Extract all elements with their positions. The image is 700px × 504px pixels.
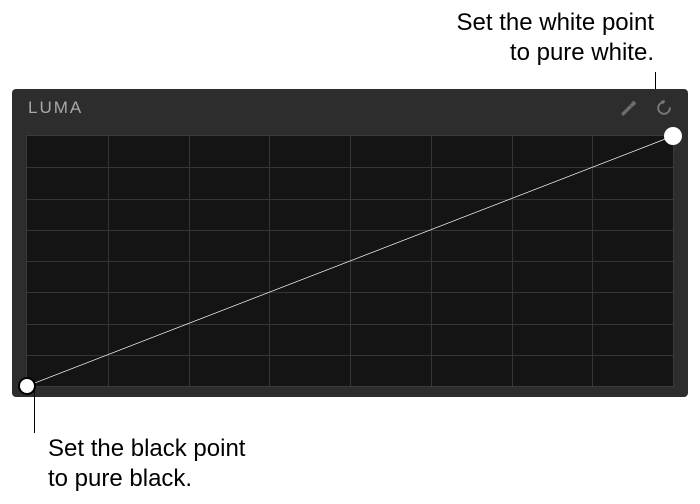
eyedropper-icon[interactable]: [618, 97, 640, 119]
luma-panel: LUMA: [12, 89, 688, 397]
leader-line-black: [34, 389, 35, 433]
header-icon-group: [618, 97, 674, 119]
curve-editor[interactable]: [26, 135, 674, 387]
panel-title: LUMA: [28, 98, 83, 118]
curve-line: [27, 136, 673, 386]
annotation-text: to pure white.: [457, 38, 654, 68]
white-point-handle[interactable]: [664, 127, 682, 145]
reset-icon[interactable]: [654, 98, 674, 118]
annotation-text: Set the white point: [457, 8, 654, 38]
annotation-white-point: Set the white point to pure white.: [457, 8, 654, 68]
annotation-black-point: Set the black point to pure black.: [48, 434, 245, 494]
panel-header: LUMA: [12, 89, 688, 127]
annotation-text: Set the black point: [48, 434, 245, 464]
annotation-text: to pure black.: [48, 464, 245, 494]
